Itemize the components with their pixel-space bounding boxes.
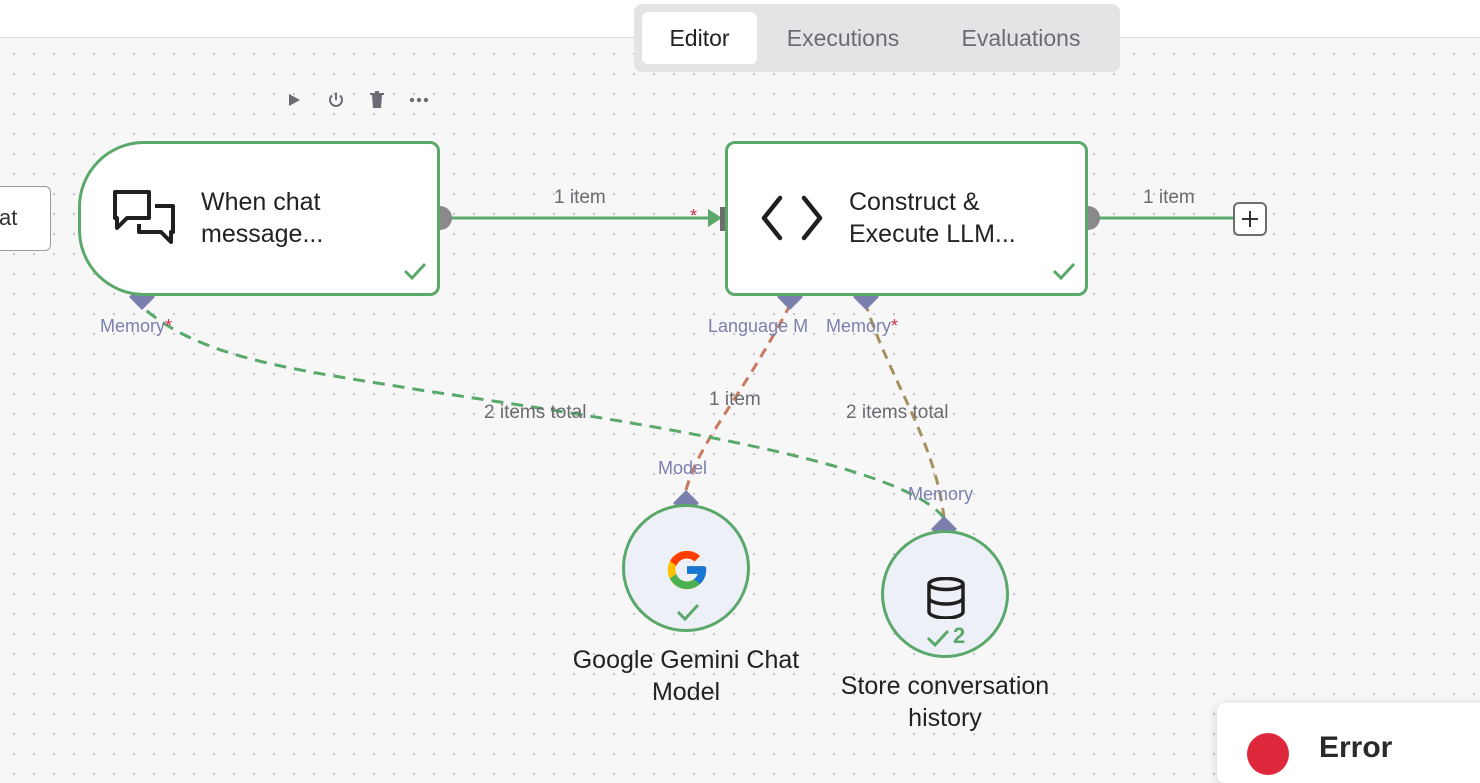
error-icon: [1247, 733, 1289, 775]
edge-label-store-to-trigger: 2 items total: [484, 402, 587, 423]
node-title: When chat message...: [201, 188, 324, 248]
success-check-icon: [1052, 262, 1076, 280]
view-tabs: Editor Executions Evaluations: [634, 4, 1120, 72]
google-icon: [667, 550, 707, 590]
nodes-layer: at When chat message... Construct & Exec…: [0, 0, 1480, 783]
port-label-llm-memory: Memory*: [826, 316, 899, 336]
database-icon: [927, 577, 965, 619]
trash-icon[interactable]: [367, 90, 387, 110]
node-caption-gemini: Google Gemini Chat Model: [572, 646, 800, 706]
partial-node-left[interactable]: at: [0, 186, 51, 251]
error-toast[interactable]: Error: [1217, 703, 1480, 783]
port-label-language-model: Language M: [708, 316, 809, 336]
node-store-conversation-history[interactable]: 2: [881, 530, 1009, 658]
more-options-icon[interactable]: [409, 90, 429, 110]
success-check-icon: [926, 629, 950, 647]
chat-bubbles-icon: [113, 190, 175, 244]
edge-label-gemini: 1 item: [709, 389, 761, 410]
code-brackets-icon: [761, 195, 823, 241]
tab-executions[interactable]: Executions: [767, 12, 919, 64]
power-icon[interactable]: [326, 90, 346, 110]
node-llm-chain[interactable]: Construct & Execute LLM...: [725, 141, 1088, 296]
edge-label-trigger-to-llm: 1 item: [554, 187, 606, 208]
node-gemini-chat-model[interactable]: [622, 504, 750, 632]
run-count-badge: 2: [953, 623, 966, 648]
node-caption-memory-store: Store conversation history: [840, 672, 1050, 732]
port-label-gemini-model: Model: [658, 458, 708, 478]
node-chat-trigger[interactable]: When chat message...: [78, 141, 440, 296]
toast-title: Error: [1319, 731, 1393, 764]
node-title: Construct & Execute LLM...: [849, 188, 1016, 248]
edge-label-store-to-llm: 2 items total: [846, 402, 949, 423]
play-icon[interactable]: [284, 90, 304, 110]
tab-evaluations[interactable]: Evaluations: [937, 12, 1105, 64]
success-check-icon: [676, 603, 700, 621]
port-label-store-memory: Memory: [908, 484, 974, 504]
success-check-icon: [403, 262, 427, 280]
tab-editor[interactable]: Editor: [642, 12, 757, 64]
required-input-mark: *: [690, 206, 698, 226]
edge-label-llm-output: 1 item: [1143, 187, 1195, 208]
port-label-trigger-memory: Memory*: [100, 316, 173, 336]
partial-node-label: at: [0, 205, 18, 230]
